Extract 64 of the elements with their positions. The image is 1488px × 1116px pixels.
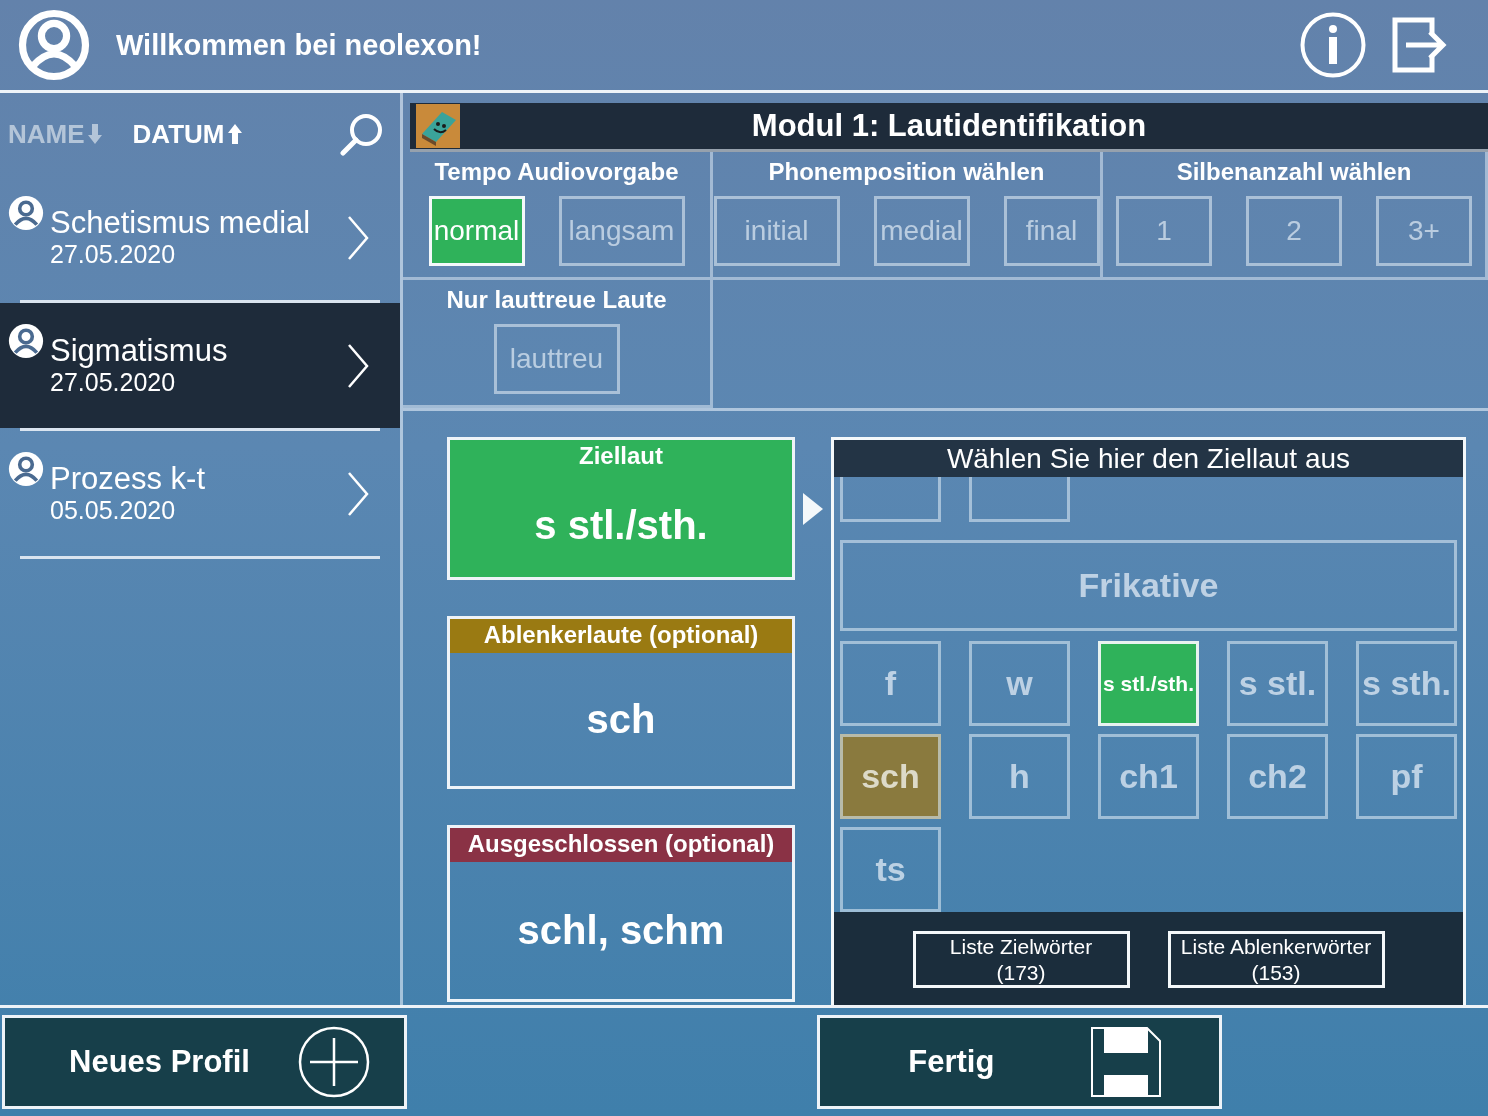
user-icon [8,195,44,231]
arrow-up-icon [226,123,243,145]
info-icon[interactable] [1300,12,1366,78]
sound-slot-card[interactable]: Ziellaut s stl./sth. [447,437,795,580]
sound-button[interactable]: pf [1356,734,1457,819]
profile-item[interactable]: Prozess k-t 05.05.2020 [0,431,400,556]
book-icon [416,104,460,148]
search-icon[interactable] [340,112,384,156]
slot-value: sch [585,696,657,743]
filter-option[interactable]: langsam [558,196,685,266]
sort-button[interactable]: NAME [8,118,103,150]
sound-slot-card[interactable]: Ausgeschlossen (optional) schl, schm [447,825,795,1002]
arrow-down-icon [86,123,103,145]
sound-button[interactable]: s stl./sth. [1098,641,1199,726]
filter-option[interactable]: final [1003,196,1100,266]
sound-button[interactable] [969,477,1070,522]
profile-name: Schetismus medial [50,206,312,240]
filter-option[interactable]: 1 [1116,196,1212,266]
filter-option[interactable]: normal [428,196,525,266]
user-avatar-icon [18,9,90,81]
sound-slot-card[interactable]: Ablenkerlaute (optional) sch [447,616,795,789]
category-header[interactable]: Frikative [840,540,1457,631]
filter-title: Silbenanzahl wählen [1176,158,1412,187]
filter-title: Tempo Audiovorgabe [434,158,679,187]
sound-button[interactable]: ts [840,827,941,912]
word-list-button[interactable]: Liste Zielwörter (173) [912,931,1130,988]
new-profile-button[interactable]: Neues Profil [2,1015,407,1109]
profile-name: Sigmatismus [50,334,229,368]
picker-title: Wählen Sie hier den Ziellaut aus [834,440,1463,477]
word-list-button[interactable]: Liste Ablenkerwörter (153) [1167,931,1385,988]
profile-item[interactable]: Schetismus medial 27.05.2020 [0,175,400,300]
filter-option[interactable]: 3+ [1376,196,1472,266]
filter-option[interactable]: lauttreu [493,324,620,394]
user-icon [8,323,44,359]
sound-button[interactable]: s sth. [1356,641,1457,726]
profile-item[interactable]: Sigmatismus 27.05.2020 [0,303,400,428]
filter-option[interactable]: medial [873,196,970,266]
sound-button[interactable] [840,477,941,522]
slot-title: Ausgeschlossen (optional) [450,828,792,862]
profile-date: 05.05.2020 [50,496,177,525]
profile-name: Prozess k-t [50,462,207,496]
sound-button[interactable]: s stl. [1227,641,1328,726]
profile-date: 27.05.2020 [50,240,177,269]
filter-title: Nur lauttreue Laute [446,286,667,315]
sound-button[interactable]: h [969,734,1070,819]
logout-icon[interactable] [1392,17,1448,73]
module-title: Modul 1: Lautidentifikation [750,108,1148,144]
profile-date: 27.05.2020 [50,368,177,397]
sound-button[interactable]: ch1 [1098,734,1199,819]
slot-value: s stl./sth. [533,502,709,549]
sound-button[interactable]: f [840,641,941,726]
sound-button[interactable]: ch2 [1227,734,1328,819]
plus-icon [297,1026,370,1098]
sort-button[interactable]: DATUM [132,118,243,150]
welcome-title: Willkommen bei neolexon! [116,28,483,62]
sound-button[interactable]: sch [840,734,941,819]
slot-value: schl, schm [516,907,726,954]
filter-title: Phonemposition wählen [768,158,1045,187]
sound-button[interactable]: w [969,641,1070,726]
done-button[interactable]: Fertig [817,1015,1222,1109]
slot-title: Ablenkerlaute (optional) [450,619,792,653]
filter-option[interactable]: initial [713,196,840,266]
user-icon [8,451,44,487]
filter-option[interactable]: 2 [1246,196,1342,266]
